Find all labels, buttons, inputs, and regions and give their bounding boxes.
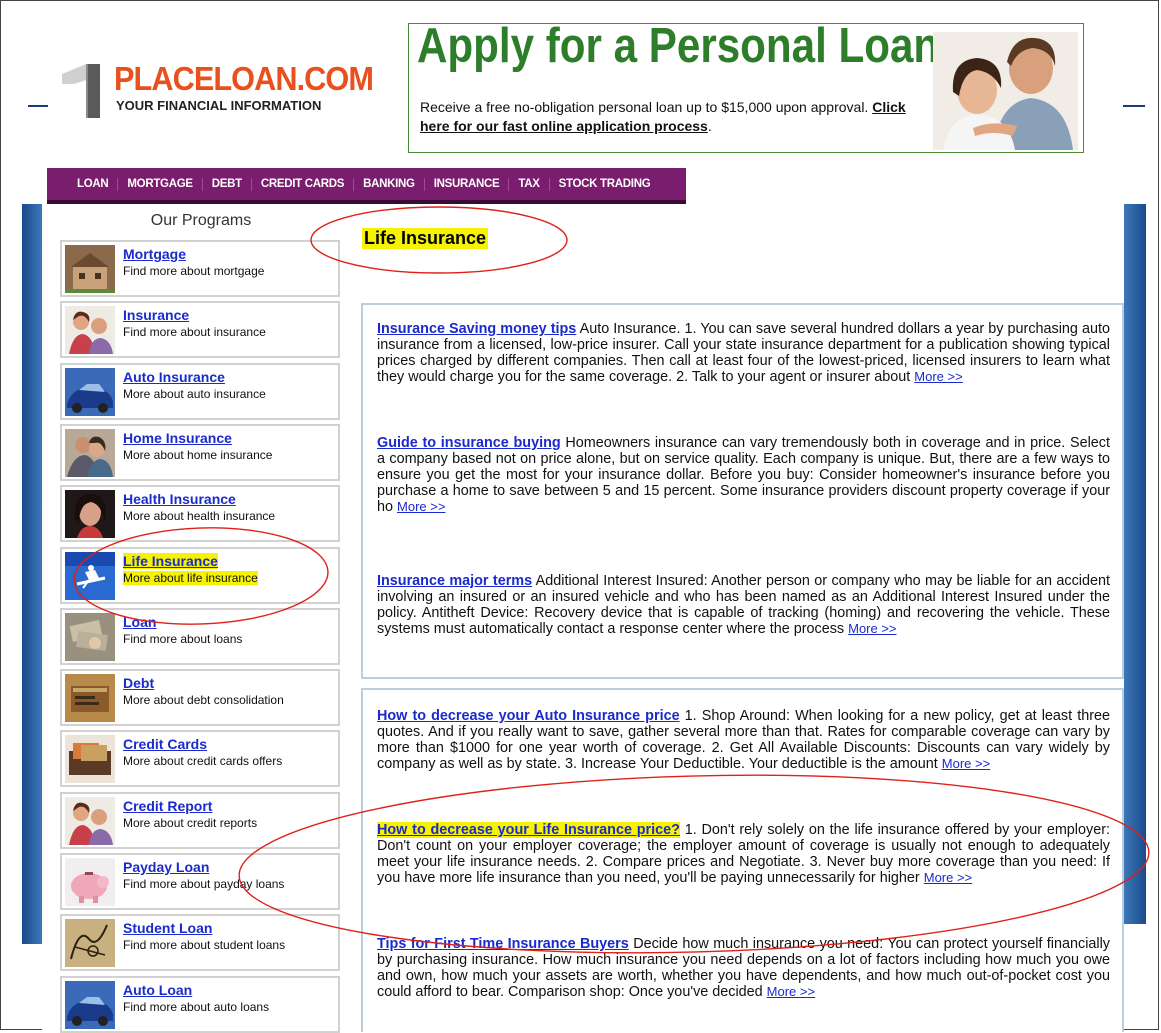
- banner-body: Receive a free no-obligation personal lo…: [420, 99, 869, 115]
- program-item-auto-loan[interactable]: Auto Loan Find more about auto loans: [60, 975, 340, 1033]
- programs-title: Our Programs: [150, 212, 252, 229]
- program-item-life-insurance[interactable]: Life Insurance More about life insurance: [60, 546, 340, 604]
- header-rule-right: [1123, 105, 1145, 107]
- program-link[interactable]: Mortgage: [123, 246, 186, 262]
- personal-loan-banner[interactable]: Apply for a Personal Loan Receive a free…: [408, 23, 1084, 153]
- article-title-link[interactable]: How to decrease your Life Insurance pric…: [377, 822, 680, 838]
- house-photo-icon: [65, 245, 115, 293]
- wallet-cards-photo-icon: [65, 735, 115, 784]
- article-box2-1: How to decrease your Life Insurance pric…: [377, 822, 1110, 886]
- program-link[interactable]: Credit Cards: [123, 736, 207, 752]
- articles-box-2: How to decrease your Auto Insurance pric…: [361, 688, 1124, 1032]
- article-box2-0: How to decrease your Auto Insurance pric…: [377, 708, 1110, 772]
- program-link[interactable]: Payday Loan: [123, 859, 209, 875]
- program-link[interactable]: Health Insurance: [123, 491, 236, 507]
- program-description: Find more about mortgage: [123, 264, 265, 278]
- more-link[interactable]: More >>: [924, 870, 972, 885]
- program-link[interactable]: Auto Loan: [123, 982, 192, 998]
- logo-name: PLACELOAN.COM: [114, 60, 374, 97]
- family-photo-icon: [65, 306, 115, 355]
- couple-photo-icon: [933, 32, 1078, 150]
- nav-credit-cards[interactable]: CREDIT CARDS: [252, 177, 355, 191]
- top-nav: LOAN MORTGAGE DEBT CREDIT CARDS BANKING …: [47, 168, 686, 204]
- site-logo[interactable]: PLACELOAN.COM YOUR FINANCIAL INFORMATION: [60, 60, 380, 120]
- program-link[interactable]: Credit Report: [123, 798, 212, 814]
- program-item-auto-insurance[interactable]: Auto Insurance More about auto insurance: [60, 362, 340, 420]
- family-photo-icon: [65, 796, 115, 845]
- program-item-home-insurance[interactable]: Home Insurance More about home insurance: [60, 423, 340, 481]
- program-item-insurance[interactable]: Insurance Find more about insurance: [60, 301, 340, 359]
- banner-text: Receive a free no-obligation personal lo…: [420, 98, 930, 136]
- program-item-credit-report[interactable]: Credit Report More about credit reports: [60, 791, 340, 849]
- car-photo-icon: [65, 367, 115, 416]
- nav-insurance[interactable]: INSURANCE: [425, 177, 510, 191]
- nav-tax[interactable]: TAX: [509, 177, 550, 191]
- banner-link-suffix: .: [707, 118, 712, 134]
- article-box1-0: Insurance Saving money tips Auto Insuran…: [377, 321, 1110, 385]
- page-title: Life Insurance: [362, 228, 489, 249]
- more-link[interactable]: More >>: [397, 499, 445, 514]
- article-box1-1: Guide to insurance buying Homeowners ins…: [377, 435, 1110, 515]
- nav-mortgage[interactable]: MORTGAGE: [118, 177, 203, 191]
- article-box2-2: Tips for First Time Insurance Buyers Dec…: [377, 936, 1110, 1000]
- program-description: More about life insurance: [123, 570, 258, 585]
- program-description: More about credit reports: [123, 815, 258, 830]
- program-description: More about home insurance: [123, 447, 273, 462]
- program-description: Find more about student loans: [123, 938, 286, 953]
- program-link[interactable]: Loan: [123, 614, 156, 630]
- banner-title: Apply for a Personal Loan: [417, 23, 940, 73]
- program-link[interactable]: Life Insurance: [123, 552, 218, 569]
- program-description: More about debt consolidation: [123, 693, 284, 708]
- right-stripe: [1124, 204, 1146, 924]
- program-description: Find more about loans: [123, 631, 243, 646]
- money-photo-icon: [65, 612, 115, 661]
- wallet-photo-icon: [65, 674, 115, 723]
- program-item-health-insurance[interactable]: Health Insurance More about health insura…: [60, 485, 340, 543]
- more-link[interactable]: More >>: [914, 369, 962, 384]
- woman-photo-icon: [65, 490, 115, 539]
- program-description: More about auto insurance: [123, 386, 266, 401]
- program-link[interactable]: Home Insurance: [123, 430, 232, 446]
- logo-tagline: YOUR FINANCIAL INFORMATION: [116, 98, 322, 113]
- article-title-link[interactable]: Tips for First Time Insurance Buyers: [377, 936, 629, 952]
- article-title-link[interactable]: Guide to insurance buying: [377, 435, 561, 451]
- nav-debt[interactable]: DEBT: [203, 177, 252, 191]
- piggy-bank-photo-icon: [65, 858, 115, 906]
- program-link[interactable]: Debt: [123, 675, 154, 691]
- program-description: More about credit cards offers: [123, 754, 283, 769]
- program-link[interactable]: Insurance: [123, 307, 189, 323]
- nav-stock-trading[interactable]: STOCK TRADING: [550, 178, 660, 191]
- more-link[interactable]: More >>: [942, 756, 990, 771]
- program-item-payday-loan[interactable]: Payday Loan Find more about payday loans: [60, 853, 340, 910]
- program-item-debt[interactable]: Debt More about debt consolidation: [60, 669, 340, 727]
- nav-loan[interactable]: LOAN: [47, 177, 119, 191]
- program-description: More about health insurance: [123, 509, 276, 524]
- article-title-link[interactable]: How to decrease your Auto Insurance pric…: [377, 708, 680, 724]
- program-item-credit-cards[interactable]: Credit Cards More about credit cards offe…: [60, 730, 340, 788]
- sketch-photo-icon: [65, 919, 115, 968]
- more-link[interactable]: More >>: [767, 984, 815, 999]
- left-stripe: [22, 204, 42, 944]
- article-title-link[interactable]: Insurance Saving money tips: [377, 321, 576, 337]
- program-link[interactable]: Student Loan: [123, 920, 212, 936]
- header-rule-left: [28, 105, 48, 107]
- program-item-student-loan[interactable]: Student Loan Find more about student loan…: [60, 914, 340, 972]
- nav-banking[interactable]: BANKING: [354, 177, 425, 191]
- snowboarder-photo-icon: [65, 551, 115, 600]
- program-description: Find more about auto loans: [123, 999, 270, 1014]
- program-description: Find more about payday loans: [123, 877, 285, 891]
- program-description: Find more about insurance: [123, 325, 266, 340]
- couple-photo-icon: [65, 428, 115, 477]
- program-item-mortgage[interactable]: Mortgage Find more about mortgage: [60, 240, 340, 297]
- article-box1-2: Insurance major terms Additional Interes…: [377, 573, 1110, 637]
- program-link[interactable]: Auto Insurance: [123, 369, 225, 385]
- articles-box-1: Insurance Saving money tips Auto Insuran…: [361, 303, 1124, 679]
- logo-one-icon: [62, 64, 100, 118]
- article-title-link[interactable]: Insurance major terms: [377, 573, 532, 589]
- more-link[interactable]: More >>: [848, 621, 896, 636]
- car-photo-icon: [65, 980, 115, 1029]
- program-item-loan[interactable]: Loan Find more about loans: [60, 607, 340, 665]
